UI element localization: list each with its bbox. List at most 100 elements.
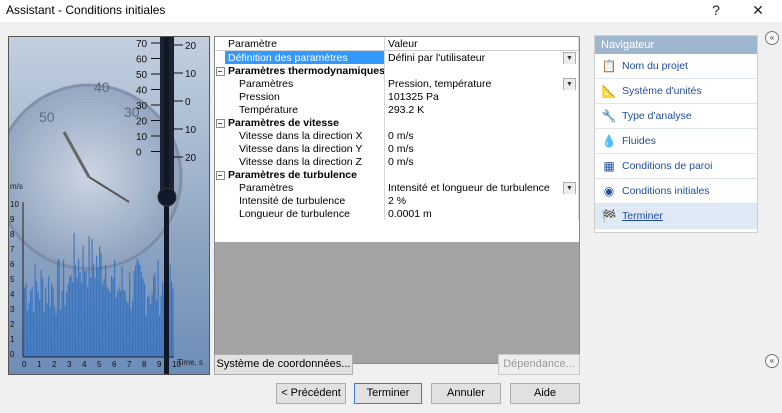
parameter-value[interactable]: 2 % (384, 194, 579, 207)
finish-button[interactable]: Terminer (354, 383, 422, 404)
signal-bar (132, 300, 134, 357)
navigator-item[interactable]: 🏁 Terminer (595, 204, 757, 229)
signal-bar (106, 286, 108, 357)
signal-bar (141, 272, 143, 357)
coordinate-system-button[interactable]: Système de coordonnées... (214, 354, 353, 375)
parameter-value[interactable]: 101325 Pa (384, 90, 579, 103)
collapse-section-icon[interactable]: − (215, 170, 225, 180)
parameter-value-text: 293.2 K (388, 103, 425, 116)
signal-bar (55, 313, 57, 357)
parameter-value[interactable]: 0 m/s (384, 129, 579, 142)
table-row[interactable]: Vitesse dans la direction X0 m/s (215, 129, 579, 142)
table-row[interactable]: Température 293.2 K (215, 103, 579, 116)
navigator-panel: Navigateur 📋 Nom du projet 📐 Système d'unit… (594, 35, 758, 233)
dropdown-arrow-icon[interactable]: ▼ (563, 78, 576, 90)
chart-x-tick-label: 7 (127, 360, 132, 369)
help-title-button[interactable]: ? (706, 1, 726, 19)
parameter-value[interactable] (384, 116, 579, 129)
parameter-label: Longueur de turbulence (225, 207, 385, 220)
table-row[interactable]: Intensité de turbulence 2 % (215, 194, 579, 207)
parameter-value-text: Défini par l'utilisateur (388, 51, 486, 64)
table-section-row[interactable]: − Paramètres thermodynamiques (215, 64, 579, 77)
collapse-section-icon[interactable]: − (215, 118, 225, 128)
signal-bar (37, 292, 39, 357)
signal-bar (30, 290, 32, 357)
left-scale-label: 0 (136, 148, 142, 159)
thermometer-illustration: 50 40 30 70 60 50 40 30 20 10 0 20 10 0 10 20 m/s Ti… (8, 36, 210, 375)
parameter-value[interactable]: 0 m/s (384, 155, 579, 168)
navigator-title: Navigateur (595, 36, 757, 54)
signal-bar (129, 272, 131, 357)
collapse-navigator-icon[interactable]: « (765, 31, 779, 45)
table-header: Paramètre Valeur (215, 37, 579, 51)
table-row[interactable]: Pression 101325 Pa (215, 90, 579, 103)
chart-x-tick-label: 8 (142, 360, 147, 369)
left-scale-label: 10 (136, 132, 148, 143)
signal-bar (150, 304, 152, 357)
cancel-button[interactable]: Annuler (431, 383, 501, 404)
navigator-item[interactable]: ◉ Conditions initiales (595, 179, 757, 204)
dependence-button[interactable]: Dépendance... (498, 354, 580, 375)
parameter-value[interactable]: Intensité et longueur de turbulence ▼ (384, 181, 579, 194)
signal-bar (145, 315, 147, 357)
signal-bar (88, 236, 90, 357)
navigator-item[interactable]: 📋 Nom du projet (595, 54, 757, 79)
table-row[interactable]: Vitesse dans la direction Z0 m/s (215, 155, 579, 168)
navigator-item[interactable]: 💧 Fluides (595, 129, 757, 154)
parameter-value-text: 0.0001 m (388, 207, 432, 220)
parameter-value[interactable] (384, 168, 579, 181)
chart-x-tick-label: 3 (67, 360, 72, 369)
parameter-value-text: 0 m/s (388, 142, 414, 155)
parameter-value-text: 2 % (388, 194, 407, 207)
signal-bar (79, 272, 81, 357)
signal-bar (147, 297, 149, 357)
table-row[interactable]: Vitesse dans la direction Y0 m/s (215, 142, 579, 155)
dropdown-arrow-icon[interactable]: ▼ (563, 52, 576, 64)
navigator-item[interactable]: 🔧 Type d'analyse (595, 104, 757, 129)
left-scale-label: 50 (136, 70, 148, 81)
parameter-value[interactable]: Défini par l'utilisateur ▼ (384, 50, 579, 64)
signal-bar (154, 272, 156, 357)
signal-bar (93, 263, 95, 357)
navigator-item[interactable]: 📐 Système d'unités (595, 79, 757, 104)
table-row[interactable]: Paramètres Intensité et longueur de turbu… (215, 181, 579, 194)
parameter-value[interactable] (384, 64, 579, 77)
table-row[interactable]: Longueur de turbulence 0.0001 m (215, 207, 579, 220)
parameter-value[interactable]: 0 m/s (384, 142, 579, 155)
signal-bar (33, 312, 35, 357)
dialog-body: 50 40 30 70 60 50 40 30 20 10 0 20 10 0 10 20 m/s Ti… (0, 22, 782, 413)
signal-bar (66, 291, 68, 357)
chart-y-tick-label: 7 (10, 245, 15, 254)
signal-bar (58, 258, 60, 357)
signal-bar (76, 278, 78, 357)
signal-bar (90, 277, 92, 357)
parameter-value-text: 0 m/s (388, 155, 414, 168)
previous-button[interactable]: < Précédent (276, 383, 346, 404)
navigator-item-label: Terminer (622, 210, 663, 222)
table-section-row[interactable]: − Paramètres de vitesse (215, 116, 579, 129)
table-section-row[interactable]: − Paramètres de turbulence (215, 168, 579, 181)
signal-bar (151, 293, 153, 357)
signal-bar (96, 255, 98, 357)
signal-bar (36, 281, 38, 357)
signal-bar (27, 310, 29, 357)
collapse-bottom-icon[interactable]: « (765, 354, 779, 368)
navigator-item[interactable]: ▦ Conditions de paroi (595, 154, 757, 179)
close-button[interactable]: ✕ (748, 1, 768, 19)
signal-bar (67, 283, 69, 357)
parameter-value[interactable]: 293.2 K (384, 103, 579, 116)
chart-x-tick-label: 4 (82, 360, 87, 369)
parameter-value[interactable]: Pression, température ▼ (384, 77, 579, 90)
table-row[interactable]: Paramètres Pression, température ▼ (215, 77, 579, 90)
signal-bar (144, 283, 146, 357)
parameter-label: Paramètres (225, 77, 385, 90)
parameter-label: Paramètres thermodynamiques (225, 64, 385, 77)
signal-bar (172, 288, 174, 357)
collapse-section-icon[interactable]: − (215, 66, 225, 76)
parameter-value[interactable]: 0.0001 m (384, 207, 579, 220)
table-row[interactable]: Définition des paramètres Défini par l'ut… (215, 50, 579, 64)
help-button[interactable]: Aide (510, 383, 580, 404)
dropdown-arrow-icon[interactable]: ▼ (563, 182, 576, 194)
signal-bar (70, 275, 72, 357)
parameter-value-text: 101325 Pa (388, 90, 439, 103)
